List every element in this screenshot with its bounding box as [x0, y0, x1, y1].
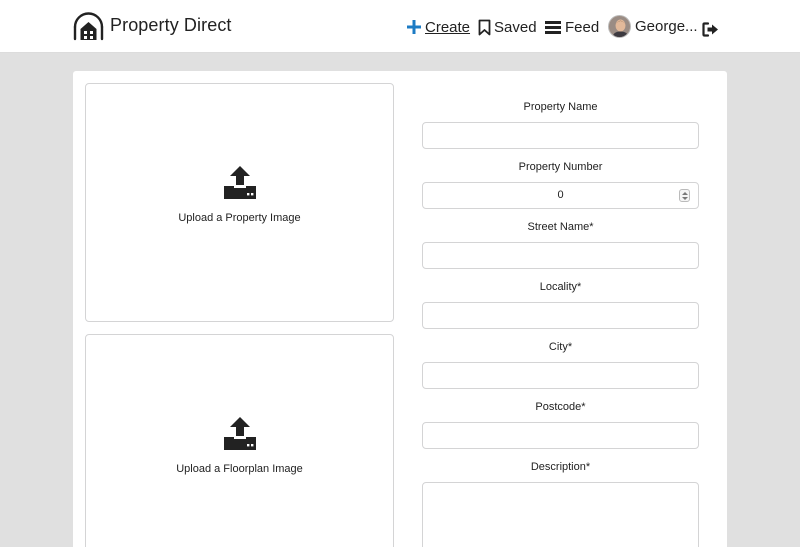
property-image-dropzone[interactable]: Upload a Property Image [85, 83, 394, 322]
description-label: Description* [530, 461, 591, 473]
property-name-label: Property Name [523, 101, 598, 113]
city-label: City* [548, 341, 573, 353]
property-name-input[interactable] [422, 122, 699, 149]
description-textarea[interactable] [422, 482, 699, 547]
floorplan-image-label: Upload a Floorplan Image [176, 463, 303, 475]
plus-icon [407, 20, 421, 34]
brand-title[interactable]: Property Direct [110, 15, 232, 36]
user-menu[interactable]: George... [608, 14, 698, 38]
property-number-value: 0 [557, 189, 564, 201]
avatar [608, 14, 631, 38]
street-name-input[interactable] [422, 242, 699, 269]
floorplan-image-dropzone[interactable]: Upload a Floorplan Image [85, 334, 394, 547]
nav-feed-link[interactable]: Feed [545, 16, 599, 38]
nav-saved-link[interactable]: Saved [478, 16, 537, 38]
description-group: Description* [422, 461, 699, 547]
locality-group: Locality* [422, 281, 699, 329]
logout-icon [702, 21, 718, 37]
city-input[interactable] [422, 362, 699, 389]
bookmark-icon [478, 19, 491, 35]
postcode-group: Postcode* [422, 401, 699, 449]
locality-label: Locality* [539, 281, 582, 293]
top-navbar: Property Direct Create Saved Feed George… [0, 0, 800, 53]
nav-create-link[interactable]: Create [406, 16, 470, 38]
number-spinner[interactable] [679, 189, 690, 202]
property-number-group: Property Number 0 [422, 161, 699, 209]
nav-saved-label: Saved [494, 18, 537, 36]
city-group: City* [422, 341, 699, 389]
postcode-input[interactable] [422, 422, 699, 449]
street-name-label: Street Name* [527, 221, 594, 233]
locality-input[interactable] [422, 302, 699, 329]
upload-icon [224, 166, 256, 199]
logout-button[interactable] [702, 18, 719, 40]
property-name-group: Property Name [422, 101, 699, 149]
property-image-label: Upload a Property Image [178, 212, 301, 224]
postcode-label: Postcode* [535, 401, 586, 413]
create-property-card: Upload a Property Image Upload a Floorpl… [73, 71, 727, 547]
property-number-input[interactable]: 0 [422, 182, 699, 209]
user-name: George... [635, 17, 698, 35]
menu-icon [545, 20, 561, 34]
property-number-label: Property Number [518, 161, 603, 173]
nav-create-label: Create [425, 18, 471, 36]
upload-icon [224, 417, 256, 450]
nav-feed-label: Feed [565, 18, 600, 36]
street-name-group: Street Name* [422, 221, 699, 269]
house-logo-icon[interactable] [72, 11, 105, 42]
